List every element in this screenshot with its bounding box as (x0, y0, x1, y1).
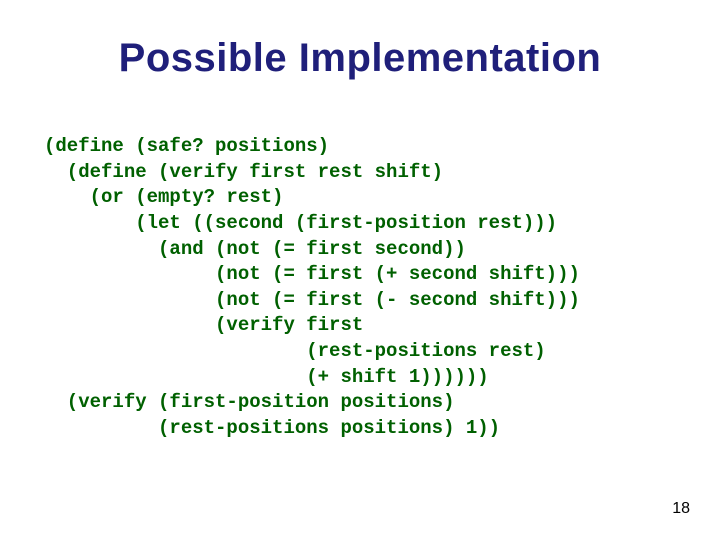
slide: Possible Implementation (define (safe? p… (0, 0, 720, 540)
code-block: (define (safe? positions) (define (verif… (44, 134, 580, 442)
page-number: 18 (672, 500, 690, 518)
slide-title: Possible Implementation (0, 36, 720, 81)
